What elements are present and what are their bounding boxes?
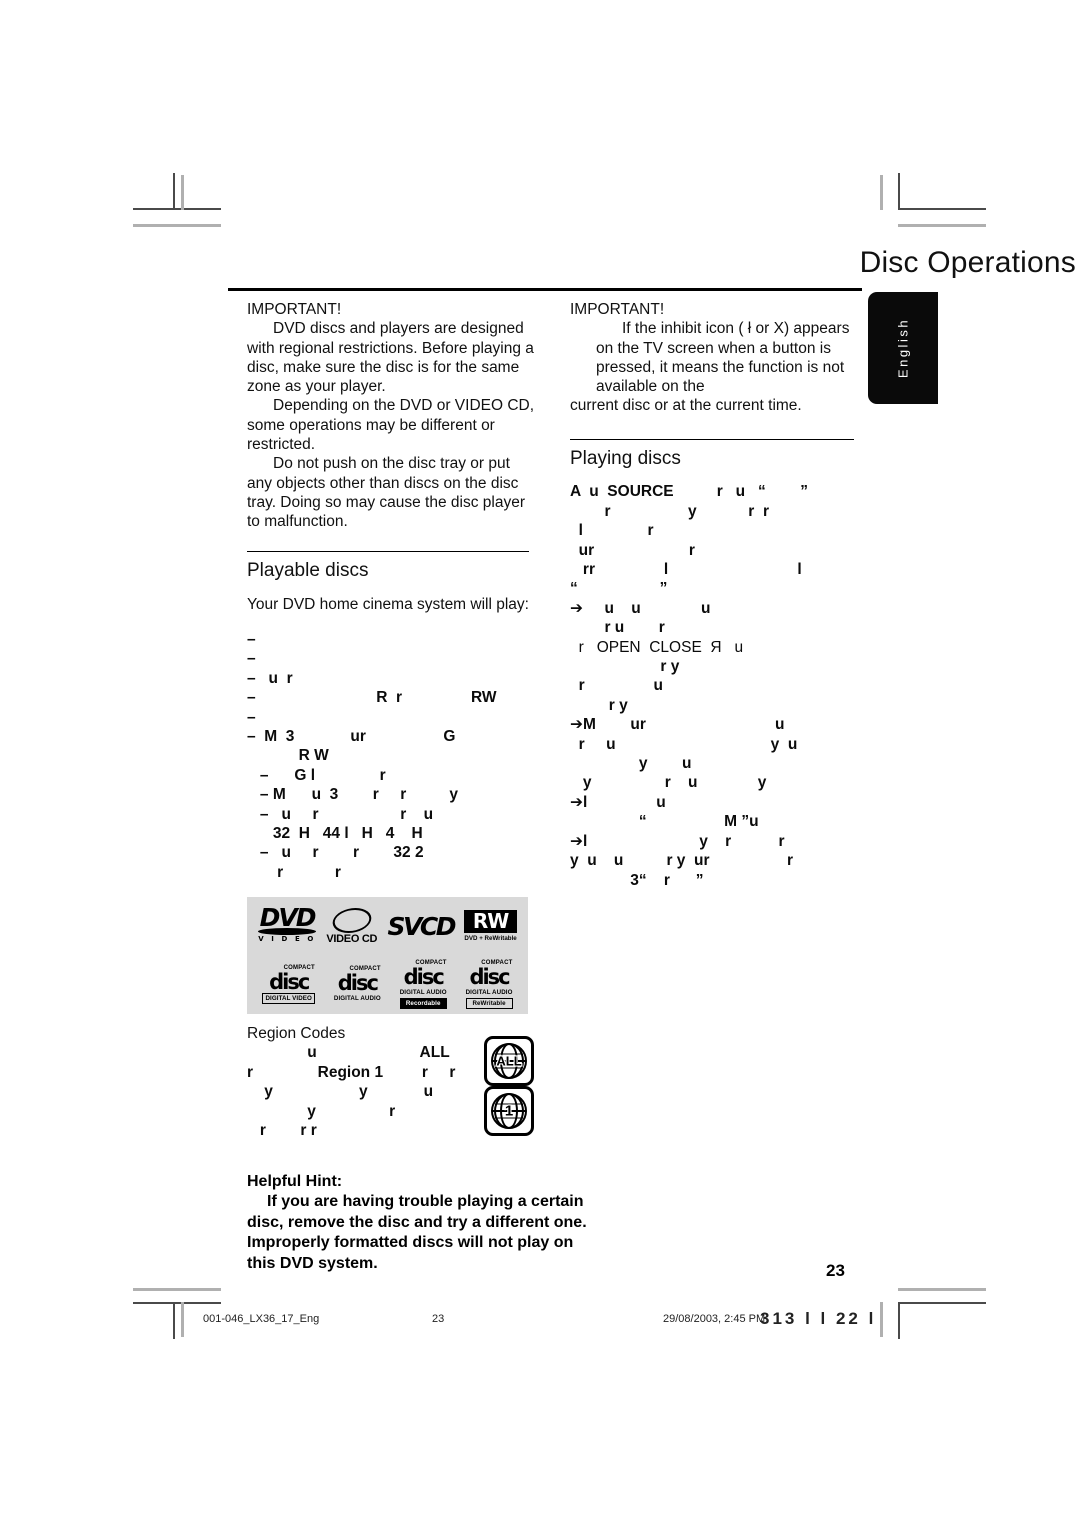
cd-logo-mid: disc [337,971,379,996]
helpful-hint-block: Helpful Hint: If you are having trouble … [247,1172,597,1274]
list-item: – [247,708,256,726]
step-line: r y [570,658,680,676]
footer-file-id: 001-046_LX36_17_Eng [203,1313,320,1325]
left-column: IMPORTANT! DVD discs and players are des… [247,300,537,882]
important-heading-left: IMPORTANT! [247,301,342,318]
step-line: “ ” [570,580,668,598]
cd-logo-bot: DIGITAL AUDIO [333,995,381,1003]
step-line: r u r [570,619,665,637]
step-line: ur r [570,541,695,559]
important-heading-right: IMPORTANT! [570,301,665,318]
list-item: – u r [247,669,293,687]
playable-discs-intro: Your DVD home cinema system will play: [247,596,529,614]
region-badge-label: ALL [495,1053,523,1069]
footer-overlap-glyphs: 313 l l 22 l [760,1309,877,1328]
region-codes-block: Region Codes u ALL r Region 1 r r y y u … [247,1024,537,1140]
list-item: – [247,650,256,668]
playing-discs-heading: Playing discs [570,448,681,470]
important-block-left: IMPORTANT! DVD discs and players are des… [247,300,537,532]
step-line: r u y u [570,735,798,753]
language-tab: English [868,292,938,404]
important-paragraph: If the inhibit icon ( ł or X) appears on… [596,320,850,396]
compact-disc-digital-audio-logo: COMPACT disc DIGITAL AUDIO [334,966,381,1003]
compact-disc-digital-video-logo: COMPACT disc DIGITAL VIDEO [262,965,315,1005]
step-line: “ M ”u [570,813,759,831]
rw-logo-sub: DVD + ReWritable [464,934,517,942]
dvd-logo-sub: V I D E O [258,935,316,944]
cd-logo-bot2: DIGITAL AUDIO [399,989,447,997]
step-line: y u [570,755,692,773]
list-item: – R r RW [247,689,497,707]
video-cd-logo: VIDEO CD [326,907,378,945]
step-line: ➔ u u u [570,599,711,617]
important-block-right: IMPORTANT! If the inhibit icon ( ł or X)… [570,300,862,416]
dvd-plus-rw-logo: RW DVD + ReWritable [464,909,517,943]
step-line: r OPEN CLOSE Я u [570,638,744,656]
playable-discs-list: – – – u r – R r RW – – M 3 ur G R W – G … [247,630,537,882]
cd-logo-bot: DIGITAL VIDEO [262,993,315,1005]
step-line: 3“ r ” [570,871,704,889]
playable-discs-rule [247,550,529,553]
step-line: r u [570,677,664,695]
step-line: l r [570,522,654,540]
step-line: r y [570,696,628,714]
playing-discs-rule [570,438,854,441]
playable-discs-heading: Playable discs [247,560,369,582]
helpful-hint-body: If you are having trouble playing a cert… [247,1193,587,1272]
cd-logo-mid: disc [269,970,310,995]
list-item: – G l r [247,766,386,784]
cd-logo-bot: ReWritable [465,998,513,1010]
cd-logo-mid: disc [469,965,510,990]
cd-logo-bot2: DIGITAL AUDIO [465,989,513,997]
print-footer: 001-046_LX36_17_Eng 23 29/08/2003, 2:45 … [0,1309,1080,1335]
list-item: R W [247,747,329,765]
helpful-hint-heading: Helpful Hint: [247,1173,343,1190]
important-paragraph: current disc or at the current time. [570,397,802,415]
important-paragraph: Do not push on the disc tray or put any … [247,455,525,531]
rw-logo-text: RW [464,909,517,933]
header-rule [228,288,862,291]
list-item: – u r r u [247,805,434,823]
step-line: A u SOURCE r u “ ” [570,483,808,501]
cd-logo-bot: Recordable [399,998,447,1010]
dvd-video-logo: DVD V I D E O [258,905,316,944]
step-line: rr l l [570,561,802,578]
svcd-logo: SVCD [387,911,457,941]
list-item: – u r r 32 2 [247,844,424,862]
list-item: r r [247,863,341,881]
step-line: ➔l u [570,793,666,811]
list-item: – M u 3 r r y [247,786,459,804]
playing-discs-steps: A u SOURCE r u “ ” r y r r l r ur r rr l [570,482,862,890]
supported-disc-logos: DVD V I D E O VIDEO CD SVCD RW DVD + ReW… [247,897,528,1014]
cd-logo-mid: disc [403,965,445,990]
step-line: r y r r [570,502,769,520]
manual-page: Disc Operations English IMPORTANT! DVD d… [0,0,1080,1528]
disc-ellipse-icon [329,907,375,933]
language-tab-label: English [895,317,911,379]
region-badge-all-icon: ALL [484,1036,534,1086]
compact-disc-rewritable-logo: COMPACT disc DIGITAL AUDIO ReWritable [465,960,513,1010]
page-title: Disc Operations [859,246,1076,279]
list-item: 32 H 44 l H 4 H [247,825,423,843]
step-line: ➔M ur u [570,716,785,734]
important-paragraph: Depending on the DVD or VIDEO CD, some o… [247,397,535,454]
dvd-logo-text: DVD [259,903,317,933]
list-item: – M 3 ur G [247,727,456,745]
region-badge-label: 1 [504,1102,515,1120]
list-item: – [247,630,256,648]
step-line: ➔l y r r [570,832,785,850]
important-paragraph: DVD discs and players are designed with … [247,320,534,396]
svcd-logo-text: SVCD [387,911,457,941]
video-cd-logo-text: VIDEO CD [326,932,378,945]
step-line: y r u y [570,774,767,792]
step-line: y u u r y ur r [570,852,794,870]
footer-page-label: 23 [432,1313,445,1325]
page-number: 23 [826,1261,845,1280]
footer-timestamp: 29/08/2003, 2:45 PM [663,1313,766,1325]
compact-disc-recordable-logo: COMPACT disc DIGITAL AUDIO Recordable [399,960,447,1010]
right-column: IMPORTANT! If the inhibit icon ( ł or X)… [570,300,862,890]
region-badge-1-icon: 1 [484,1086,534,1136]
